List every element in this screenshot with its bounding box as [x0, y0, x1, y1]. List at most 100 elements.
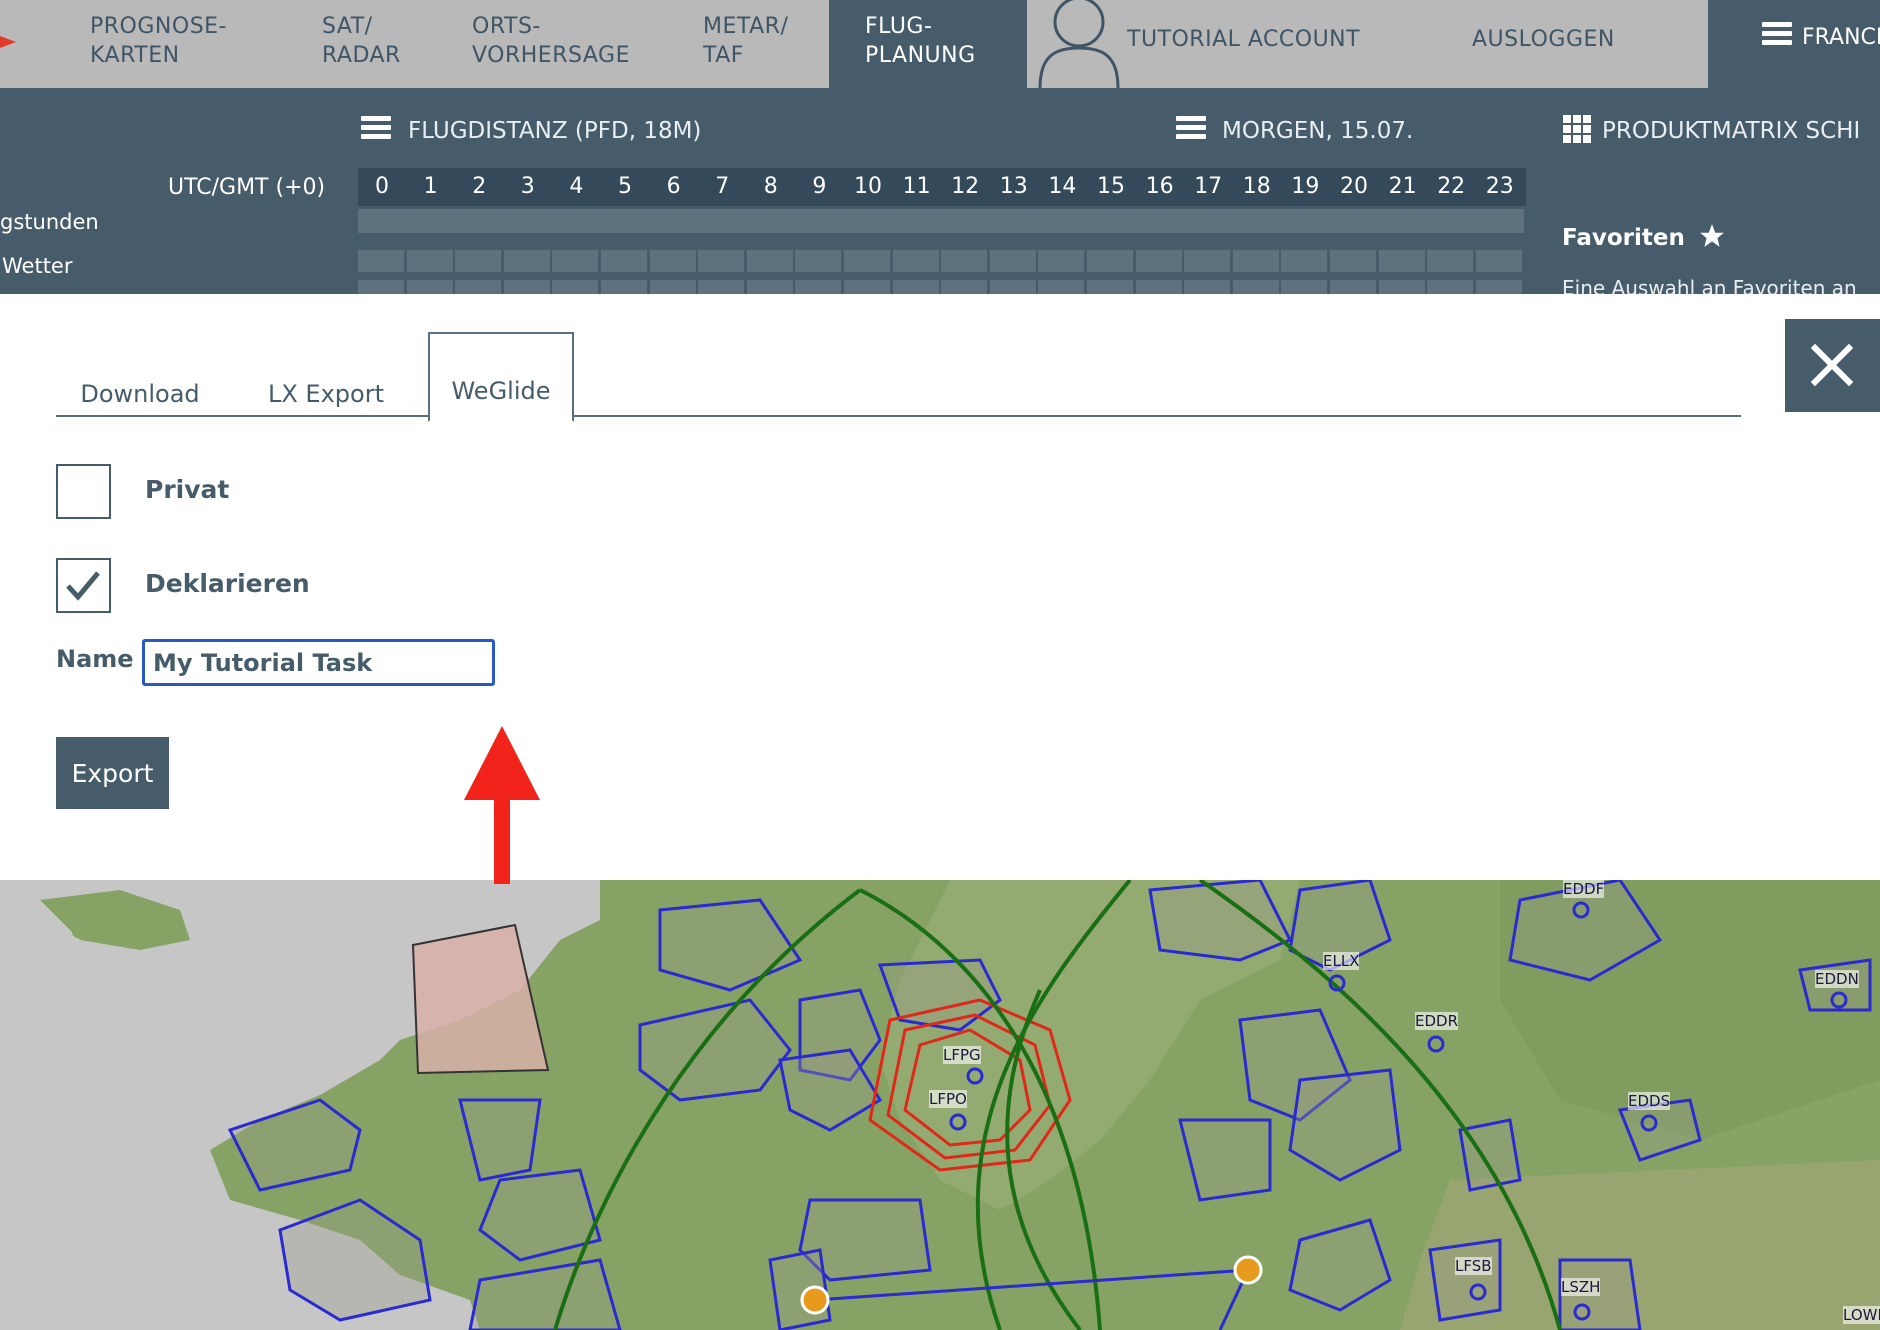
- produktmatrix-link[interactable]: PRODUKTMATRIX SCHI: [1602, 118, 1860, 144]
- airport-label: EDDN: [1815, 970, 1859, 988]
- hour-label: 11: [902, 174, 931, 199]
- weather-cell[interactable]: [1232, 250, 1279, 272]
- weather-cell[interactable]: [1427, 280, 1474, 294]
- weather-cell[interactable]: [649, 280, 696, 294]
- nav-ortsvorhersage[interactable]: ORTS- VORHERSAGE: [472, 0, 630, 88]
- weather-cell[interactable]: [1184, 250, 1231, 272]
- weather-cell[interactable]: [1378, 250, 1425, 272]
- weather-cell[interactable]: [1087, 250, 1133, 272]
- task-name-input[interactable]: [142, 639, 495, 686]
- weather-cell[interactable]: [1330, 280, 1376, 294]
- nav-label-line2: KARTEN: [90, 43, 180, 68]
- nav-metar-taf[interactable]: METAR/ TAF: [703, 0, 788, 88]
- row-label-flugstunden: gstunden: [0, 210, 99, 234]
- nav-flugplanung[interactable]: FLUG- PLANUNG: [829, 0, 1027, 88]
- export-dialog: Download LX Export WeGlide Privat Deklar…: [0, 294, 1880, 884]
- weather-cell[interactable]: [1135, 250, 1182, 272]
- weather-cell[interactable]: [503, 250, 550, 272]
- hour-label: 22: [1437, 174, 1466, 199]
- weather-cell[interactable]: [406, 250, 453, 272]
- weather-cell[interactable]: [358, 250, 404, 272]
- nav-sat-radar[interactable]: SAT/ RADAR: [322, 0, 401, 88]
- weather-cell[interactable]: [1184, 280, 1231, 294]
- weather-cell[interactable]: [892, 250, 939, 272]
- top-navigation: PROGNOSE- KARTEN SAT/ RADAR ORTS- VORHER…: [0, 0, 1880, 88]
- tab-weglide[interactable]: WeGlide: [428, 332, 574, 422]
- weather-cell[interactable]: [1281, 280, 1328, 294]
- weather-cell[interactable]: [601, 250, 647, 272]
- weather-cell[interactable]: [892, 280, 939, 294]
- weather-cell[interactable]: [1038, 280, 1085, 294]
- hour-label: 23: [1485, 174, 1514, 199]
- weather-cell[interactable]: [601, 280, 647, 294]
- weather-cell[interactable]: [1378, 280, 1425, 294]
- weather-cell[interactable]: [1475, 250, 1522, 272]
- region-menu[interactable]: FRANCE: [1708, 0, 1880, 88]
- weather-cell[interactable]: [941, 250, 988, 272]
- weather-cell[interactable]: [795, 250, 842, 272]
- weather-cell[interactable]: [1330, 250, 1376, 272]
- airport-label: LSZH: [1561, 1278, 1601, 1296]
- menu-icon[interactable]: [1176, 116, 1206, 140]
- weather-cell[interactable]: [989, 250, 1036, 272]
- tab-download[interactable]: Download: [80, 327, 200, 417]
- airport-label: EDDR: [1415, 1012, 1459, 1030]
- user-icon[interactable]: [1036, 0, 1122, 88]
- nav-label-line1: ORTS-: [472, 14, 541, 39]
- weather-cell[interactable]: [795, 280, 842, 294]
- weather-cell[interactable]: [941, 280, 988, 294]
- weather-cell[interactable]: [552, 250, 599, 272]
- hour-label: 9: [812, 174, 827, 199]
- nav-label-line1: FLUG-: [865, 14, 933, 39]
- weather-cell[interactable]: [746, 280, 793, 294]
- weather-cell[interactable]: [1281, 250, 1328, 272]
- weather-cell[interactable]: [406, 280, 453, 294]
- weather-cell[interactable]: [552, 280, 599, 294]
- weather-cell[interactable]: [698, 280, 745, 294]
- map-view[interactable]: EDDF ELLX EDDR EDDN EDDS LFPG LFPO LFSB LSZH LOWI: [0, 880, 1880, 1330]
- deklarieren-checkbox[interactable]: [56, 558, 111, 613]
- tab-lx-export[interactable]: LX Export: [266, 327, 386, 417]
- flight-hours-timeline[interactable]: [358, 209, 1524, 233]
- weather-cell[interactable]: [503, 280, 550, 294]
- nav-prognosekarten[interactable]: PROGNOSE- KARTEN: [90, 0, 227, 88]
- nav-account[interactable]: TUTORIAL ACCOUNT: [1127, 0, 1360, 88]
- hour-label: 12: [951, 174, 980, 199]
- weather-cell[interactable]: [1135, 280, 1182, 294]
- region-label: FRANCE: [1802, 25, 1880, 50]
- weather-cell[interactable]: [455, 250, 502, 272]
- hour-label: 16: [1145, 174, 1174, 199]
- menu-icon: [1762, 22, 1792, 46]
- row-label-wetter: Wetter: [2, 254, 73, 278]
- hour-label: 14: [1048, 174, 1077, 199]
- weather-cell[interactable]: [1087, 280, 1133, 294]
- weather-cell[interactable]: [844, 280, 890, 294]
- nav-logout[interactable]: AUSLOGGEN: [1472, 0, 1615, 88]
- weather-cell[interactable]: [455, 280, 502, 294]
- hour-label: 21: [1388, 174, 1417, 199]
- weather-cell[interactable]: [989, 280, 1036, 294]
- flugdistanz-selector[interactable]: FLUGDISTANZ (PFD, 18M): [408, 118, 701, 144]
- hour-label: 15: [1097, 174, 1125, 199]
- airport-label: ELLX: [1323, 952, 1360, 970]
- menu-icon[interactable]: [361, 116, 391, 140]
- grid-icon[interactable]: [1563, 115, 1591, 143]
- weather-cell[interactable]: [844, 250, 890, 272]
- date-selector[interactable]: MORGEN, 15.07.: [1222, 118, 1413, 144]
- export-button[interactable]: Export: [56, 737, 169, 809]
- weather-cell[interactable]: [746, 250, 793, 272]
- weather-cell[interactable]: [1038, 250, 1085, 272]
- name-label: Name: [56, 645, 134, 673]
- weather-cell[interactable]: [1232, 280, 1279, 294]
- hour-label: 10: [854, 174, 882, 199]
- weather-cell[interactable]: [1427, 250, 1474, 272]
- weather-cell[interactable]: [1475, 280, 1522, 294]
- weather-timeline[interactable]: [358, 250, 1524, 294]
- weather-cell[interactable]: [358, 280, 404, 294]
- weather-cell[interactable]: [649, 250, 696, 272]
- weather-cell[interactable]: [698, 250, 745, 272]
- account-label: TUTORIAL ACCOUNT: [1127, 27, 1361, 52]
- close-button[interactable]: [1785, 319, 1880, 412]
- arrow-up-icon: [464, 726, 540, 884]
- privat-checkbox[interactable]: [56, 464, 111, 519]
